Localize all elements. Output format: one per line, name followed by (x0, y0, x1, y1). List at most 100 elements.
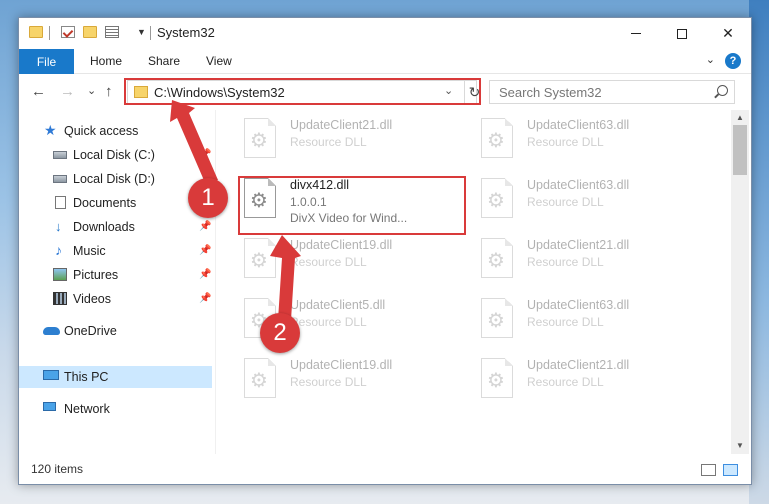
sidebar-item-label: Videos (73, 292, 111, 306)
file-list: UpdateClient21.dll Resource DLL UpdateCl… (215, 110, 731, 454)
title-bar[interactable]: ▼ System32 ✕ (19, 18, 751, 49)
sidebar-item-network[interactable]: Network (19, 398, 212, 420)
address-highlight-box (124, 78, 481, 105)
sidebar-item-label: Documents (73, 196, 137, 210)
file-name: UpdateClient21.dll (527, 238, 630, 252)
dll-file-icon (481, 298, 513, 338)
maximize-button[interactable] (659, 18, 705, 49)
tab-file[interactable]: File (19, 49, 74, 74)
sidebar-item-local-disk-d[interactable]: Local Disk (D:) (19, 168, 212, 190)
pictures-icon (53, 268, 67, 281)
expand-ribbon-chevron-icon[interactable]: ⌄ (706, 53, 715, 66)
close-button[interactable]: ✕ (705, 18, 751, 49)
sidebar-item-label: This PC (64, 370, 109, 384)
dll-file-icon (481, 358, 513, 398)
network-icon (43, 402, 56, 411)
sidebar-item-onedrive[interactable]: OneDrive (19, 320, 212, 342)
tab-share[interactable]: Share (148, 54, 180, 68)
customize-toolbar-chevron-icon[interactable]: ▼ (137, 27, 146, 37)
ribbon: File Home Share View ⌄ ? (19, 49, 751, 74)
documents-icon (55, 196, 66, 209)
disk-icon (53, 151, 67, 159)
file-tile[interactable]: UpdateClient21.dll Resource DLL (481, 358, 711, 408)
onedrive-icon (43, 327, 60, 335)
pin-icon[interactable]: 📌 (199, 269, 211, 280)
file-tile[interactable]: UpdateClient21.dll Resource DLL (244, 118, 474, 168)
pin-icon[interactable]: 📌 (199, 221, 211, 232)
new-folder-icon[interactable] (83, 26, 97, 38)
file-name: UpdateClient63.dll (527, 178, 630, 192)
search-box[interactable]: Search System32 (489, 80, 735, 104)
navigation-pane: ★ Quick access Local Disk (C:) 📌 Local D… (19, 110, 214, 454)
maximize-icon (677, 28, 687, 39)
recent-locations-button[interactable]: ⌄ (87, 84, 96, 97)
tab-view[interactable]: View (206, 54, 232, 68)
sidebar-item-label: Network (64, 402, 110, 416)
sidebar-item-local-disk-c[interactable]: Local Disk (C:) 📌 (19, 144, 212, 166)
file-tile[interactable]: UpdateClient21.dll Resource DLL (481, 238, 711, 288)
sidebar-item-label: Downloads (73, 220, 135, 234)
desktop-background (749, 0, 769, 504)
sidebar-item-downloads[interactable]: ↓ Downloads 📌 (19, 216, 212, 238)
file-name: UpdateClient19.dll (290, 238, 393, 252)
dll-file-icon (481, 238, 513, 278)
minimize-button[interactable] (613, 18, 659, 49)
details-view-icon[interactable] (701, 464, 716, 476)
help-button[interactable]: ? (725, 53, 741, 69)
file-type: Resource DLL (290, 315, 367, 329)
pin-icon[interactable]: 📌 (199, 245, 211, 256)
vertical-scrollbar[interactable]: ▲ ▼ (731, 110, 749, 454)
file-tile[interactable]: UpdateClient19.dll Resource DLL (244, 238, 474, 288)
dll-file-icon (481, 178, 513, 218)
file-highlight-box (238, 176, 466, 235)
large-icons-view-icon[interactable] (723, 464, 738, 476)
file-name: UpdateClient19.dll (290, 358, 393, 372)
back-button[interactable]: ← (31, 83, 46, 100)
file-type: Resource DLL (527, 375, 604, 389)
search-input[interactable]: Search System32 (499, 85, 602, 100)
scroll-down-icon[interactable]: ▼ (736, 441, 744, 450)
file-name: UpdateClient21.dll (527, 358, 630, 372)
downloads-icon: ↓ (55, 219, 62, 234)
file-type: Resource DLL (527, 315, 604, 329)
file-tile[interactable]: UpdateClient63.dll Resource DLL (481, 178, 711, 228)
sidebar-item-documents[interactable]: Documents 📌 (19, 192, 212, 214)
sidebar-item-pictures[interactable]: Pictures 📌 (19, 264, 212, 286)
file-tile[interactable]: UpdateClient19.dll Resource DLL (244, 358, 474, 408)
file-type: Resource DLL (290, 255, 367, 269)
dll-file-icon (244, 238, 276, 278)
item-count: 120 items (31, 462, 84, 476)
star-icon: ★ (44, 122, 57, 138)
sidebar-item-label: Pictures (73, 268, 119, 282)
file-type: Resource DLL (290, 375, 367, 389)
up-button[interactable]: ↑ (105, 83, 113, 100)
file-tile[interactable]: UpdateClient63.dll Resource DLL (481, 118, 711, 168)
pin-icon[interactable]: 📌 (199, 293, 211, 304)
file-name: UpdateClient63.dll (527, 118, 630, 132)
forward-button[interactable]: → (60, 83, 75, 100)
pin-icon[interactable]: 📌 (199, 149, 211, 160)
file-name: UpdateClient21.dll (290, 118, 393, 132)
sidebar-item-quick-access[interactable]: ★ Quick access (19, 120, 212, 142)
properties-icon[interactable] (105, 26, 119, 38)
sidebar-item-label: Local Disk (C:) (73, 148, 155, 162)
sidebar-item-music[interactable]: ♪ Music 📌 (19, 240, 212, 262)
file-tile[interactable]: UpdateClient63.dll Resource DLL (481, 298, 711, 348)
toolbar-separator (150, 26, 151, 40)
step-1-marker: 1 (188, 178, 228, 218)
window-title: System32 (157, 25, 215, 40)
navigation-bar: ← → ⌄ ↑ C:\Windows\System32 ⌄ ↻ Search S… (19, 75, 751, 109)
minimize-icon (631, 33, 641, 34)
file-type: Resource DLL (527, 135, 604, 149)
file-name: UpdateClient63.dll (527, 298, 630, 312)
music-icon: ♪ (55, 242, 62, 258)
status-bar: 120 items (19, 457, 751, 484)
scrollbar-thumb[interactable] (733, 125, 747, 175)
properties-check-icon[interactable] (61, 26, 75, 38)
dll-file-icon (481, 118, 513, 158)
tab-home[interactable]: Home (90, 54, 122, 68)
scroll-up-icon[interactable]: ▲ (736, 113, 744, 122)
file-type: Resource DLL (527, 255, 604, 269)
sidebar-item-videos[interactable]: Videos 📌 (19, 288, 212, 310)
sidebar-item-this-pc[interactable]: This PC (19, 366, 212, 388)
